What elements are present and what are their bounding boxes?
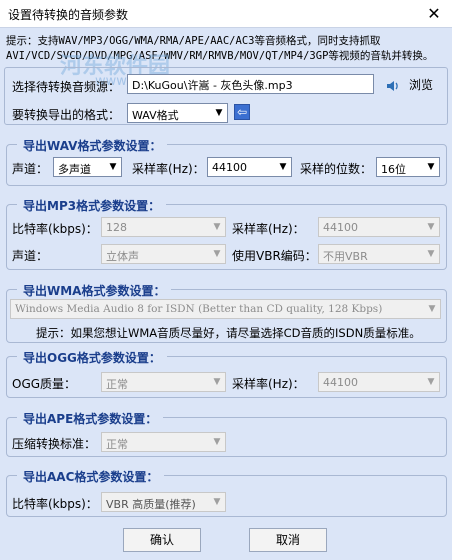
source-path-field[interactable]: D:\KuGou\许嵩 - 灰色头像.mp3 — [127, 74, 374, 94]
ape-legend: 导出APE格式参数设置： — [17, 410, 164, 427]
format-select[interactable]: WAV格式 ▼ — [127, 103, 228, 123]
window-title: 设置待转换的音频参数 — [8, 8, 129, 22]
confirm-button[interactable]: 确认 — [123, 528, 201, 552]
cancel-button[interactable]: 取消 — [249, 528, 327, 552]
ogg-rate-value: 44100 — [323, 376, 358, 389]
wav-legend: 导出WAV格式参数设置： — [17, 137, 168, 154]
aac-legend: 导出AAC格式参数设置： — [17, 468, 165, 485]
browse-label: 浏览 — [409, 78, 434, 92]
wav-bits-value: 16位 — [381, 163, 406, 176]
wav-channel-select[interactable]: 多声道 ▼ — [53, 157, 122, 177]
source-label: 选择待转换音频源： — [12, 80, 121, 94]
ogg-rate-label: 采样率(Hz)： — [232, 377, 305, 391]
chevron-down-icon: ▼ — [213, 497, 221, 507]
wav-rate-label: 采样率(Hz)： — [132, 162, 205, 176]
wma-legend: 导出WMA格式参数设置： — [17, 282, 172, 299]
chevron-down-icon: ▼ — [427, 377, 435, 387]
wav-channel-value: 多声道 — [58, 163, 91, 176]
chevron-down-icon: ▼ — [213, 222, 221, 232]
chevron-down-icon: ▼ — [109, 162, 117, 172]
chevron-down-icon: ▼ — [213, 249, 221, 259]
format-label: 要转换导出的格式： — [12, 108, 121, 122]
mp3-channel-label: 声道： — [12, 249, 49, 263]
wma-hint: 提示：如果您想让WMA音质尽量好，请尽量选择CD音质的ISDN质量标准。 — [36, 326, 421, 340]
speaker-icon — [385, 78, 399, 92]
mp3-vbr-label: 使用VBR编码： — [232, 249, 317, 263]
back-arrow-icon[interactable]: ⇦ — [234, 104, 250, 120]
browse-button[interactable]: 浏览 — [380, 73, 442, 95]
wav-rate-value: 44100 — [212, 161, 247, 174]
ogg-rate-select[interactable]: 44100 ▼ — [318, 372, 440, 392]
mp3-vbr-value: 不用VBR — [323, 250, 368, 263]
mp3-bitrate-label: 比特率(kbps)： — [12, 222, 98, 236]
mp3-legend: 导出MP3格式参数设置： — [17, 197, 167, 214]
ape-level-select[interactable]: 正常 ▼ — [101, 432, 226, 452]
mp3-channel-value: 立体声 — [106, 250, 139, 263]
chevron-down-icon: ▼ — [427, 222, 435, 232]
tip-line-1: 提示：支持WAV/MP3/OGG/WMA/RMA/APE/AAC/AC3等音频格… — [6, 35, 381, 47]
mp3-rate-label: 采样率(Hz)： — [232, 222, 305, 236]
chevron-down-icon: ▼ — [213, 437, 221, 447]
ogg-quality-label: OGG质量： — [12, 377, 77, 391]
chevron-down-icon: ▼ — [279, 162, 287, 172]
tip-area: 提示：支持WAV/MP3/OGG/WMA/RMA/APE/AAC/AC3等音频格… — [0, 28, 452, 89]
wma-profile-select[interactable]: Windows Media Audio 8 for ISDN (Better t… — [10, 299, 441, 319]
aac-bitrate-select[interactable]: VBR 高质量(推荐) ▼ — [101, 492, 226, 512]
mp3-bitrate-select[interactable]: 128 ▼ — [101, 217, 226, 237]
wma-profile-value: Windows Media Audio 8 for ISDN (Better t… — [15, 303, 383, 315]
ogg-quality-select[interactable]: 正常 ▼ — [101, 372, 226, 392]
chevron-down-icon: ▼ — [215, 108, 223, 118]
ogg-legend: 导出OGG格式参数设置： — [17, 349, 167, 366]
chevron-down-icon: ▼ — [428, 304, 436, 314]
format-value: WAV格式 — [132, 109, 179, 122]
wav-rate-select[interactable]: 44100 ▼ — [207, 157, 292, 177]
aac-bitrate-label: 比特率(kbps)： — [12, 497, 98, 511]
mp3-rate-value: 44100 — [323, 221, 358, 234]
ape-level-value: 正常 — [106, 438, 128, 451]
close-icon[interactable]: ✕ — [416, 0, 452, 28]
mp3-channel-select[interactable]: 立体声 ▼ — [101, 244, 226, 264]
wav-channel-label: 声道： — [12, 162, 49, 176]
aac-bitrate-value: VBR 高质量(推荐) — [106, 498, 196, 511]
chevron-down-icon: ▼ — [213, 377, 221, 387]
mp3-bitrate-value: 128 — [106, 221, 127, 234]
mp3-rate-select[interactable]: 44100 ▼ — [318, 217, 440, 237]
ape-level-label: 压缩转换标准： — [12, 437, 97, 451]
wav-bits-label: 采样的位数： — [300, 162, 373, 176]
chevron-down-icon: ▼ — [427, 249, 435, 259]
wav-bits-select[interactable]: 16位 ▼ — [376, 157, 440, 177]
mp3-vbr-select[interactable]: 不用VBR ▼ — [318, 244, 440, 264]
ogg-quality-value: 正常 — [106, 378, 128, 391]
title-bar: 设置待转换的音频参数 ✕ — [0, 0, 452, 28]
chevron-down-icon: ▼ — [427, 162, 435, 172]
